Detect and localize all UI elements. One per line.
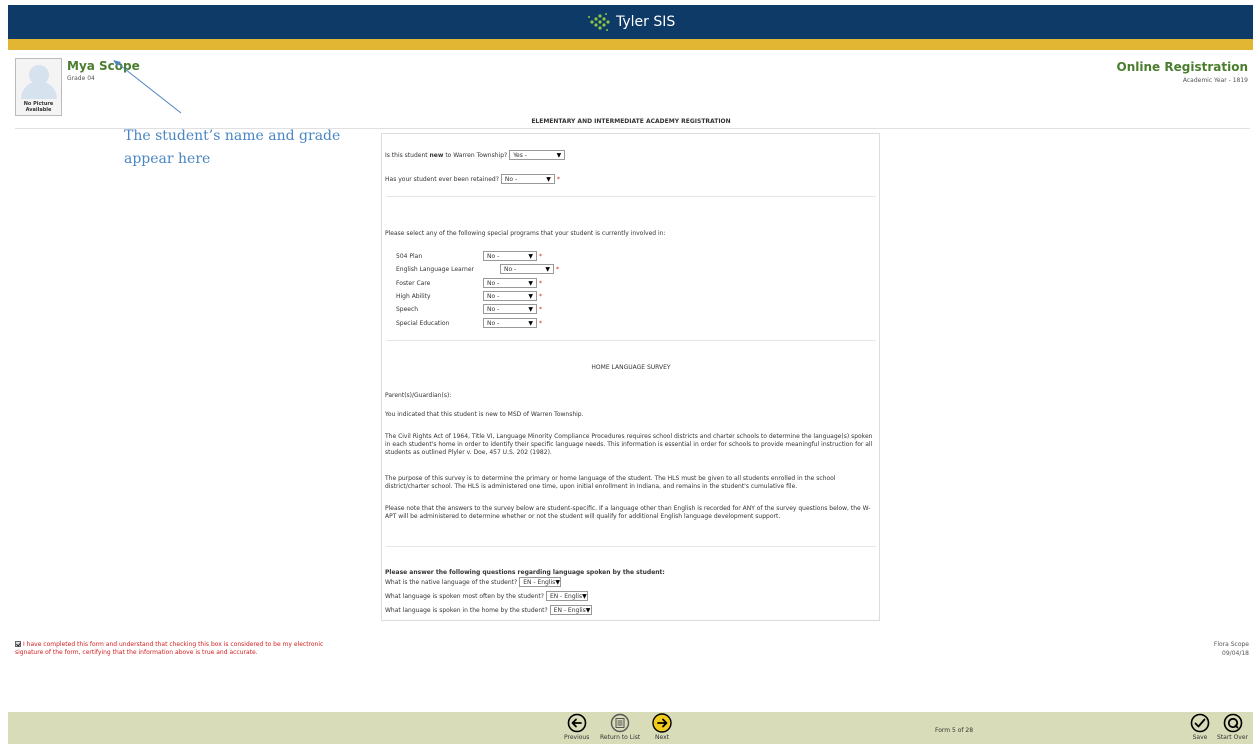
arrow-right-circle-icon <box>652 713 672 733</box>
language-questions-heading: Please answer the following questions re… <box>385 569 665 576</box>
home-language-select[interactable]: EN - Englis ▼ <box>549 605 592 615</box>
question-home-language: What language is spoken in the home by t… <box>385 605 592 615</box>
programs-intro: Please select any of the following speci… <box>385 230 666 237</box>
return-to-list-button[interactable]: Return to List <box>600 713 640 741</box>
native-language-select[interactable]: EN - Englis ▼ <box>519 577 562 587</box>
hls-paragraph-2: The Civil Rights Act of 1964, Title VI, … <box>385 433 873 456</box>
dropdown-arrow-icon: ▼ <box>582 592 587 600</box>
student-photo-placeholder: No Picture Available <box>15 58 62 116</box>
section-divider <box>386 340 876 341</box>
hls-paragraph-1: You indicated that this student is new t… <box>385 411 584 418</box>
hls-paragraph-3: The purpose of this survey is to determi… <box>385 475 836 490</box>
program-label: Foster Care <box>396 280 431 287</box>
app-title: Tyler SIS <box>616 14 676 30</box>
previous-button[interactable]: Previous <box>564 713 589 741</box>
student-name: Mya Scope <box>67 59 140 73</box>
program-select[interactable]: No - ▼ <box>483 291 537 301</box>
hls-title: HOME LANGUAGE SURVEY <box>591 364 671 371</box>
registration-form: Is this student new to Warren Township? … <box>381 133 880 621</box>
program-high-ability: No - ▼ * <box>483 291 542 301</box>
program-select[interactable]: No - ▼ <box>483 318 537 328</box>
restart-circle-icon <box>1223 713 1242 733</box>
dropdown-arrow-icon: ▼ <box>528 252 533 260</box>
program-label: Speech <box>396 306 419 313</box>
question-new-student: Is this student new to Warren Township? … <box>385 150 566 160</box>
dropdown-arrow-icon: ▼ <box>546 175 551 183</box>
required-marker: * <box>556 175 560 183</box>
section-divider <box>386 196 876 197</box>
tyler-logo-icon <box>588 13 610 31</box>
program-504-plan: No - ▼ * <box>483 251 542 261</box>
signature-text: I have completed this form and understan… <box>15 641 324 656</box>
dropdown-arrow-icon: ▼ <box>528 305 533 313</box>
dropdown-arrow-icon: ▼ <box>585 606 591 614</box>
dropdown-arrow-icon: ▼ <box>556 151 562 159</box>
checkmark-circle-icon <box>1190 713 1210 733</box>
save-button[interactable]: Save <box>1190 713 1210 741</box>
program-label: Special Education <box>396 320 450 327</box>
signature-date: 09/04/18 <box>1222 650 1249 657</box>
program-foster-care: No - ▼ * <box>483 278 542 288</box>
hls-paragraph-4: Please note that the answers to the surv… <box>385 505 871 520</box>
program-label: English Language Learner <box>396 266 475 273</box>
retained-select[interactable]: No - ▼ <box>500 174 555 184</box>
required-marker: * <box>539 305 542 313</box>
dropdown-arrow-icon: ▼ <box>528 292 533 300</box>
dropdown-arrow-icon: ▼ <box>545 265 550 273</box>
list-circle-icon <box>610 713 630 733</box>
dropdown-arrow-icon: ▼ <box>528 319 533 327</box>
annotation-callout: The student’s name and grade appear here <box>124 128 341 167</box>
no-picture-label: No Picture Available <box>23 101 54 113</box>
required-marker: * <box>539 279 542 287</box>
program-select[interactable]: No - ▼ <box>483 251 537 261</box>
signer-name: Flora Scope <box>1213 641 1249 648</box>
language-most-often-select[interactable]: EN - Englis ▼ <box>545 591 588 601</box>
academic-year: Academic Year - 1819 <box>1182 77 1248 84</box>
dropdown-arrow-icon: ▼ <box>528 279 533 287</box>
next-button[interactable]: Next <box>652 713 672 741</box>
signature-attestation: I have completed this form and understan… <box>15 641 345 657</box>
form-counter: Form 5 of 28 <box>935 727 974 734</box>
student-grade: Grade 04 <box>67 75 95 82</box>
question-retained: Has your student ever been retained? No … <box>385 174 560 184</box>
required-marker: * <box>539 252 542 260</box>
required-marker: * <box>539 319 542 327</box>
registration-title: Online Registration <box>1116 60 1248 74</box>
brand: Tyler SIS <box>586 10 675 34</box>
new-student-select[interactable]: Yes - ▼ <box>509 150 566 160</box>
program-select[interactable]: No - ▼ <box>483 278 537 288</box>
required-marker: * <box>556 265 559 273</box>
header-accent-bar <box>8 39 1253 50</box>
program-ell: No - ▼ * <box>500 264 559 274</box>
program-label: High Ability <box>396 293 431 300</box>
dropdown-arrow-icon: ▼ <box>555 578 560 586</box>
program-select[interactable]: No - ▼ <box>483 304 537 314</box>
hls-salutation: Parent(s)/Guardian(s): <box>385 392 452 399</box>
form-title: ELEMENTARY AND INTERMEDIATE ACADEMY REGI… <box>531 118 731 125</box>
start-over-button[interactable]: Start Over <box>1217 713 1248 741</box>
program-speech: No - ▼ * <box>483 304 542 314</box>
program-select[interactable]: No - ▼ <box>500 264 554 274</box>
program-label: 504 Plan <box>396 253 423 260</box>
signature-checkbox[interactable] <box>15 641 21 647</box>
question-native-language: What is the native language of the stude… <box>385 577 562 587</box>
required-marker: * <box>539 292 542 300</box>
program-special-education: No - ▼ * <box>483 318 542 328</box>
section-divider <box>386 546 876 547</box>
question-language-most-often: What language is spoken most often by th… <box>385 591 588 601</box>
arrow-left-circle-icon <box>567 713 586 733</box>
